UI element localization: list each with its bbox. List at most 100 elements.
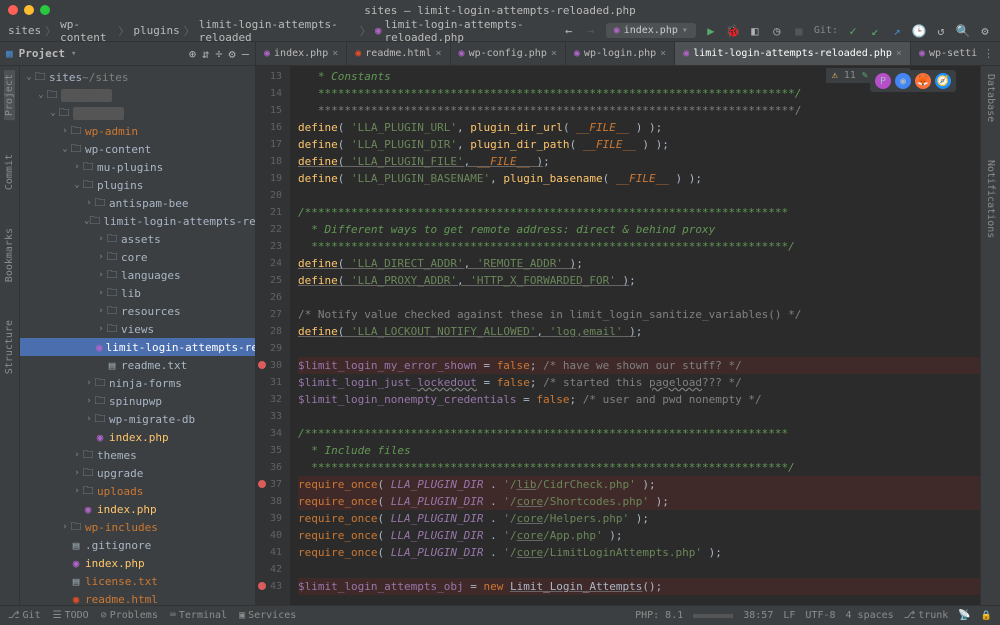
editor-tab[interactable]: ◉wp-config.php×: [451, 42, 566, 65]
tree-folder[interactable]: ⌄🗀plugins: [20, 176, 255, 194]
line-number[interactable]: 35: [256, 442, 282, 459]
tree-folder[interactable]: ›🗀uploads: [20, 482, 255, 500]
tree-file[interactable]: ◉index.php: [20, 428, 255, 446]
tool-window-notifications[interactable]: Notifications: [985, 156, 996, 242]
code-line[interactable]: * Different ways to get remote address: …: [298, 221, 980, 238]
code-line[interactable]: define( 'LLA_PLUGIN_FILE', __FILE__ );: [298, 153, 980, 170]
chevron-right-icon[interactable]: ›: [60, 522, 70, 532]
statusbar-git[interactable]: ⎇ Git: [8, 610, 41, 621]
breadcrumb-item[interactable]: plugins: [133, 24, 179, 37]
line-number[interactable]: 16: [256, 119, 282, 136]
editor-tab[interactable]: ◉readme.html×: [347, 42, 450, 65]
tree-file[interactable]: ▤license.txt: [20, 572, 255, 590]
chevron-right-icon[interactable]: ›: [96, 252, 106, 262]
phpstorm-icon[interactable]: P: [875, 73, 891, 89]
chevron-down-icon[interactable]: ▾: [71, 49, 76, 59]
tree-folder[interactable]: ›🗀views: [20, 320, 255, 338]
line-number[interactable]: 21: [256, 204, 282, 221]
code-line[interactable]: require_once( LLA_PLUGIN_DIR . '/core/Ap…: [298, 527, 980, 544]
code-line[interactable]: require_once( LLA_PLUGIN_DIR . '/core/He…: [298, 510, 980, 527]
line-number[interactable]: 18: [256, 153, 282, 170]
tree-folder[interactable]: ⌄🗀xxxx: [20, 86, 255, 104]
tool-window-structure[interactable]: Structure: [4, 316, 15, 378]
tree-folder[interactable]: ›🗀mu-plugins: [20, 158, 255, 176]
line-number[interactable]: 33: [256, 408, 282, 425]
code-line[interactable]: define( 'LLA_PLUGIN_BASENAME', plugin_ba…: [298, 170, 980, 187]
project-tree[interactable]: ⌄🗀sites ~/sites⌄🗀xxxx⌄🗀xxxx›🗀wp-admin⌄🗀w…: [20, 66, 256, 605]
chevron-right-icon[interactable]: ›: [72, 486, 82, 496]
expand-all-icon[interactable]: ⇵: [202, 47, 209, 61]
line-number[interactable]: 34: [256, 425, 282, 442]
chevron-right-icon[interactable]: ›: [72, 162, 82, 172]
editor-gutter[interactable]: 1314151617181920212223242526272829303132…: [256, 66, 290, 605]
run-button[interactable]: ▶: [704, 24, 718, 38]
code-line[interactable]: [298, 561, 980, 578]
statusbar-problems[interactable]: ⊘ Problems: [101, 610, 158, 621]
line-number[interactable]: 17: [256, 136, 282, 153]
chevron-right-icon[interactable]: ›: [84, 414, 94, 424]
tree-folder[interactable]: ⌄🗀limit-login-attempts-reloaded: [20, 212, 255, 230]
line-number[interactable]: 40: [256, 527, 282, 544]
close-tab-icon[interactable]: ×: [332, 48, 338, 59]
tabs-options-icon[interactable]: ⋮: [977, 42, 1000, 65]
line-number[interactable]: 30: [256, 357, 282, 374]
tree-file[interactable]: ◉limit-login-attempts-reloaded.php: [20, 338, 255, 356]
line-ending[interactable]: LF: [783, 610, 795, 621]
back-icon[interactable]: ←: [562, 24, 576, 38]
line-number[interactable]: 20: [256, 187, 282, 204]
tree-file[interactable]: ▤readme.txt: [20, 356, 255, 374]
forward-icon[interactable]: →: [584, 24, 598, 38]
chevron-right-icon[interactable]: ›: [96, 288, 106, 298]
code-line[interactable]: [298, 289, 980, 306]
search-icon[interactable]: 🔍: [956, 24, 970, 38]
breadcrumb-item[interactable]: ◉limit-login-attempts-reloaded.php: [375, 18, 562, 44]
line-number[interactable]: 19: [256, 170, 282, 187]
tool-settings-icon[interactable]: ⚙: [229, 47, 236, 61]
tree-folder[interactable]: ›🗀wp-admin: [20, 122, 255, 140]
code-line[interactable]: define( 'LLA_PLUGIN_URL', plugin_dir_url…: [298, 119, 980, 136]
tree-folder[interactable]: ⌄🗀xxxx: [20, 104, 255, 122]
code-line[interactable]: $limit_login_my_error_shown = false; /* …: [298, 357, 980, 374]
minimize-window-button[interactable]: [24, 5, 34, 15]
code-line[interactable]: define( 'LLA_PLUGIN_DIR', plugin_dir_pat…: [298, 136, 980, 153]
editor-tab[interactable]: ◉wp-login.php×: [566, 42, 675, 65]
chevron-down-icon[interactable]: ⌄: [48, 108, 58, 118]
coverage-button[interactable]: ◧: [748, 24, 762, 38]
caret-position[interactable]: 38:57: [743, 610, 773, 621]
tree-file[interactable]: ▤.gitignore: [20, 536, 255, 554]
run-configuration-selector[interactable]: ◉ index.php ▾: [606, 23, 696, 38]
tree-folder[interactable]: ›🗀antispam-bee: [20, 194, 255, 212]
line-number[interactable]: 29: [256, 340, 282, 357]
code-line[interactable]: /***************************************…: [298, 204, 980, 221]
line-number[interactable]: 24: [256, 255, 282, 272]
chevron-right-icon[interactable]: ›: [72, 468, 82, 478]
tree-file[interactable]: ◉index.php: [20, 554, 255, 572]
tree-folder[interactable]: ⌄🗀wp-content: [20, 140, 255, 158]
code-line[interactable]: /* Notify value checked against these in…: [298, 306, 980, 323]
tree-folder[interactable]: ›🗀core: [20, 248, 255, 266]
editor-tab[interactable]: ◉index.php×: [256, 42, 347, 65]
code-line[interactable]: ****************************************…: [298, 238, 980, 255]
line-number[interactable]: 25: [256, 272, 282, 289]
vcs-commit-icon[interactable]: ↙: [868, 24, 882, 38]
tree-folder[interactable]: ›🗀resources: [20, 302, 255, 320]
settings-icon[interactable]: ⚙: [978, 24, 992, 38]
line-number[interactable]: 22: [256, 221, 282, 238]
chevron-right-icon[interactable]: ›: [84, 198, 94, 208]
code-line[interactable]: $limit_login_just_lockedout = false; /* …: [298, 374, 980, 391]
project-label[interactable]: Project: [19, 47, 65, 60]
code-line[interactable]: $limit_login_attempts_obj = new Limit_Lo…: [298, 578, 980, 595]
tree-folder[interactable]: ›🗀assets: [20, 230, 255, 248]
close-tab-icon[interactable]: ×: [896, 48, 902, 59]
statusbar-todo[interactable]: ☰ TODO: [53, 610, 89, 621]
tree-folder[interactable]: ›🗀languages: [20, 266, 255, 284]
tree-folder[interactable]: ⌄🗀sites ~/sites: [20, 68, 255, 86]
hide-tool-icon[interactable]: —: [242, 47, 249, 61]
tree-folder[interactable]: ›🗀lib: [20, 284, 255, 302]
code-line[interactable]: require_once( LLA_PLUGIN_DIR . '/core/Sh…: [298, 493, 980, 510]
code-line[interactable]: $limit_login_nonempty_credentials = fals…: [298, 391, 980, 408]
code-line[interactable]: define( 'LLA_DIRECT_ADDR', 'REMOTE_ADDR'…: [298, 255, 980, 272]
chevron-right-icon[interactable]: ›: [96, 306, 106, 316]
collapse-icon[interactable]: ÷: [215, 47, 222, 61]
vcs-update-icon[interactable]: ✓: [846, 24, 860, 38]
